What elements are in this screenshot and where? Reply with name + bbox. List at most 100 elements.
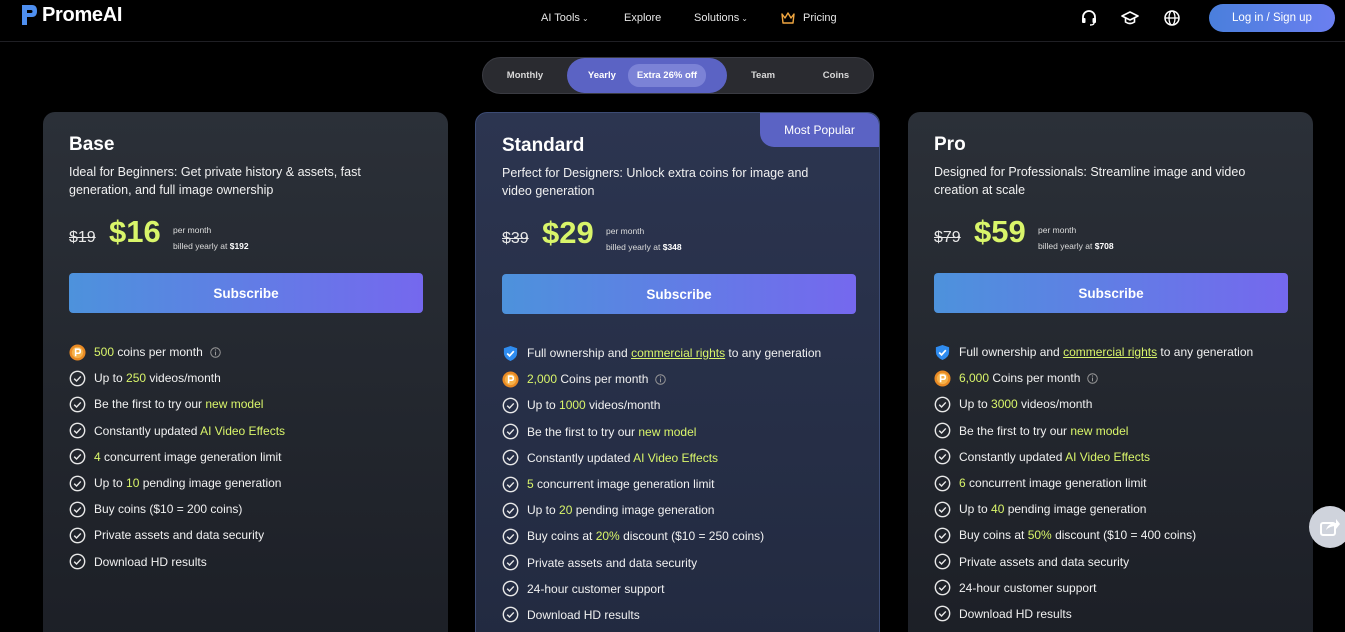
feature-highlight: 1000: [559, 398, 586, 413]
info-icon[interactable]: [210, 346, 221, 358]
info-icon[interactable]: [1087, 373, 1099, 384]
check-circle-icon: [69, 396, 86, 413]
feature-text-part: pending image generation: [572, 503, 715, 518]
feature-text-part: Constantly updated: [527, 450, 634, 465]
feature-item: 500 coins per month: [69, 339, 285, 365]
subscribe-button[interactable]: Subscribe: [502, 274, 856, 314]
nav-solutions[interactable]: Solutions ⌄: [694, 0, 748, 36]
crown-icon: [781, 12, 795, 24]
billed-yearly-line: billed yearly at $708: [1038, 238, 1114, 254]
tab-yearly[interactable]: Yearly Extra 26% off: [567, 58, 727, 93]
tab-monthly[interactable]: Monthly: [483, 58, 567, 93]
commercial-rights-link[interactable]: commercial rights: [631, 346, 725, 360]
feature-item: Full ownership and commercial rights to …: [502, 340, 821, 366]
feature-text-part: pending image generation: [1004, 502, 1147, 517]
feature-text-part: discount ($10 = 400 coins): [1051, 528, 1197, 543]
feature-item: Up to 40 pending image generation: [934, 496, 1253, 522]
headset-icon[interactable]: [1080, 9, 1098, 27]
feature-text-part: videos/month: [146, 371, 221, 386]
feature-text-part: Coins per month: [989, 371, 1081, 386]
check-circle-icon: [502, 476, 519, 492]
feature-text-part: Up to: [527, 503, 560, 518]
feature-text: 24-hour customer support: [959, 581, 1096, 595]
feature-text-part: 24-hour customer support: [959, 580, 1097, 595]
feature-text: 6,000 Coins per month: [959, 371, 1080, 385]
check-circle-icon: [502, 449, 519, 466]
discount-badge: Extra 26% off: [627, 64, 707, 87]
feature-highlight: 250: [126, 371, 147, 386]
original-price: $19: [69, 229, 96, 246]
nav-explore[interactable]: Explore: [624, 0, 661, 36]
check-circle-icon: [934, 553, 951, 570]
billed-yearly-label: billed yearly at: [606, 242, 661, 252]
graduation-cap-icon[interactable]: [1121, 9, 1139, 27]
feature-list: 500 coins per month Up to 250 videos/mont…: [69, 339, 285, 575]
plan-name: Base: [69, 134, 115, 155]
feature-text: Be the first to try our new model: [527, 425, 696, 439]
check-circle-icon: [934, 448, 951, 465]
feature-text-part: Constantly updated: [94, 423, 201, 438]
feature-highlight: 40: [991, 502, 1005, 517]
feature-list: Full ownership and commercial rights to …: [502, 340, 821, 628]
nav-ai-tools[interactable]: AI Tools ⌄: [541, 0, 589, 36]
subscribe-button[interactable]: Subscribe: [69, 273, 423, 313]
feature-item: Be the first to try our new model: [934, 418, 1253, 444]
feature-text-part: Private assets and data security: [527, 555, 698, 570]
feature-text-part: Full ownership and: [527, 346, 632, 361]
feature-text: Up to 20 pending image generation: [527, 503, 714, 517]
check-circle-icon: [502, 397, 519, 414]
feature-item: Buy coins at 20% discount ($10 = 250 coi…: [502, 523, 821, 549]
plan-description: Perfect for Designers: Unlock extra coin…: [502, 166, 809, 198]
share-button[interactable]: [1309, 506, 1345, 548]
billing-period-toggle: Monthly Yearly Extra 26% off Team Coins: [482, 57, 874, 94]
tab-coins[interactable]: Coins: [799, 58, 873, 93]
feature-text-part: concurrent image generation limit: [965, 476, 1147, 491]
feature-list: Full ownership and commercial rights to …: [934, 339, 1253, 627]
feature-text-part: Download HD results: [94, 554, 207, 569]
per-month-label: per month: [606, 226, 645, 236]
feature-text: 2,000 Coins per month: [527, 372, 648, 386]
tab-team[interactable]: Team: [727, 58, 799, 93]
plan-card-pro: Pro Designed for Professionals: Streamlin…: [908, 112, 1313, 632]
billing-note: per month billed yearly at $708: [1038, 222, 1114, 254]
share-icon: [1320, 519, 1340, 536]
top-navbar: PromeAI AI Tools ⌄ Explore Solutions ⌄ P…: [0, 0, 1345, 42]
billed-yearly-line: billed yearly at $192: [173, 238, 249, 254]
feature-highlight: 4: [94, 449, 101, 464]
feature-item: Buy coins ($10 = 200 coins): [69, 496, 285, 522]
feature-text: Constantly updated AI Video Effects: [527, 451, 718, 465]
feature-text: Constantly updated AI Video Effects: [94, 424, 285, 438]
feature-highlight: 20: [559, 503, 573, 518]
check-circle-icon: [934, 606, 951, 622]
feature-text: Private assets and data security: [94, 528, 264, 542]
nav-explore-label: Explore: [624, 12, 662, 24]
most-popular-badge: Most Popular: [760, 113, 879, 147]
feature-item: 24-hour customer support: [934, 575, 1253, 601]
feature-text: Private assets and data security: [959, 555, 1129, 569]
feature-highlight: 3000: [991, 397, 1018, 412]
feature-item: Download HD results: [934, 601, 1253, 627]
feature-text: Up to 10 pending image generation: [94, 476, 281, 490]
billed-yearly-label: billed yearly at: [1038, 241, 1093, 251]
subscribe-button[interactable]: Subscribe: [934, 273, 1288, 313]
info-icon[interactable]: [655, 374, 667, 385]
logo[interactable]: PromeAI: [20, 3, 122, 27]
feature-item: Be the first to try our new model: [69, 391, 285, 417]
feature-text: Be the first to try our new model: [959, 424, 1128, 438]
feature-text-part: Coins per month: [557, 372, 649, 387]
login-signup-button[interactable]: Log in / Sign up: [1209, 4, 1335, 32]
globe-icon[interactable]: [1163, 9, 1181, 27]
check-circle-icon: [69, 501, 86, 518]
original-price: $39: [502, 230, 529, 247]
feature-text: 500 coins per month: [94, 345, 203, 359]
feature-highlight: new model: [205, 397, 264, 412]
feature-item: 24-hour customer support: [502, 576, 821, 602]
feature-text: Download HD results: [959, 607, 1072, 621]
plan-card-standard: Most Popular Standard Perfect for Designe…: [475, 112, 880, 632]
commercial-rights-link[interactable]: commercial rights: [1063, 345, 1157, 359]
feature-text-part: Be the first to try our: [959, 423, 1071, 438]
coin-icon: [934, 370, 951, 387]
check-circle-icon: [502, 423, 519, 440]
feature-highlight: 6: [959, 476, 966, 491]
nav-pricing[interactable]: Pricing: [781, 0, 837, 36]
